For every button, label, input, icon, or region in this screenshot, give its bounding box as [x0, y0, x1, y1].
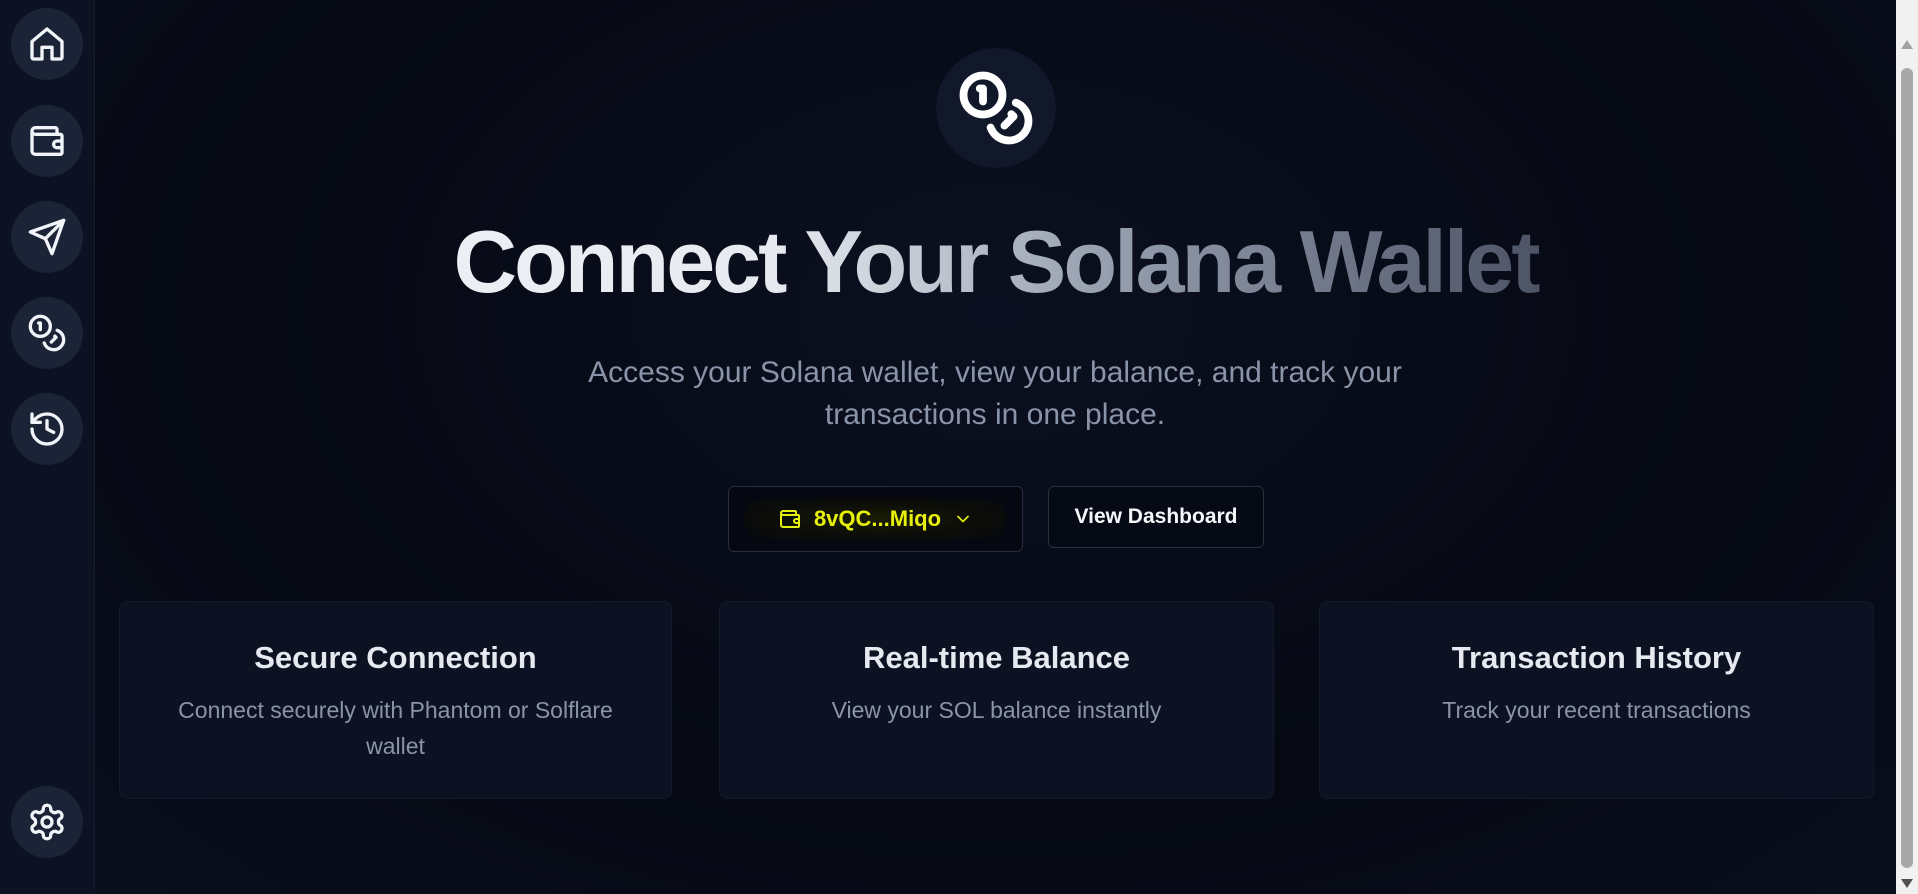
home-icon — [30, 27, 64, 61]
main-content: Connect Your Solana Wallet Access your S… — [95, 0, 1896, 894]
page-title: Connect Your Solana Wallet — [95, 212, 1896, 312]
feature-card-desc: Track your recent transactions — [1442, 697, 1751, 723]
feature-card-desc: Connect securely with Phantom or Solflar… — [178, 697, 613, 759]
feature-card-history: Transaction History Track your recent tr… — [1319, 601, 1874, 799]
app-root: Connect Your Solana Wallet Access your S… — [0, 0, 1918, 894]
hero-icon-circle — [936, 48, 1056, 168]
feature-card-title: Real-time Balance — [862, 640, 1131, 675]
wallet-button-content: 8vQC...Miqo — [743, 498, 1008, 540]
feature-card-secure: Secure Connection Connect securely with … — [119, 601, 672, 799]
coins-icon — [28, 314, 66, 352]
feature-card-desc: View your SOL balance instantly — [831, 697, 1162, 723]
feature-card-balance: Real-time Balance View your SOL balance … — [719, 601, 1274, 799]
nav-wallet-button[interactable] — [11, 105, 83, 177]
vertical-scrollbar[interactable] — [1896, 0, 1918, 894]
scroll-down-arrow[interactable] — [1901, 879, 1913, 888]
nav-history-button[interactable] — [11, 393, 83, 465]
scrollbar-thumb[interactable] — [1901, 68, 1913, 868]
nav-send-button[interactable] — [11, 201, 83, 273]
nav-coins-button[interactable] — [11, 297, 83, 369]
coins-icon — [959, 71, 1033, 145]
settings-icon — [30, 803, 64, 841]
nav-settings-button[interactable] — [11, 786, 83, 858]
wallet-icon — [30, 126, 64, 156]
chevron-down-icon — [957, 515, 969, 523]
wallet-dropdown-button[interactable]: 8vQC...Miqo — [728, 486, 1023, 552]
send-icon — [28, 218, 66, 256]
sidebar — [0, 0, 95, 894]
feature-card-title: Secure Connection — [254, 640, 537, 675]
scroll-up-arrow[interactable] — [1901, 40, 1913, 49]
feature-card-title: Transaction History — [1451, 640, 1742, 675]
wallet-address-label: 8vQC...Miqo — [813, 506, 942, 531]
history-icon — [30, 412, 64, 446]
view-dashboard-button[interactable]: View Dashboard — [1048, 486, 1264, 548]
nav-home-button[interactable] — [11, 8, 83, 80]
wallet-icon — [779, 510, 800, 528]
page-subtitle: Access your Solana wallet, view your bal… — [588, 356, 1402, 431]
